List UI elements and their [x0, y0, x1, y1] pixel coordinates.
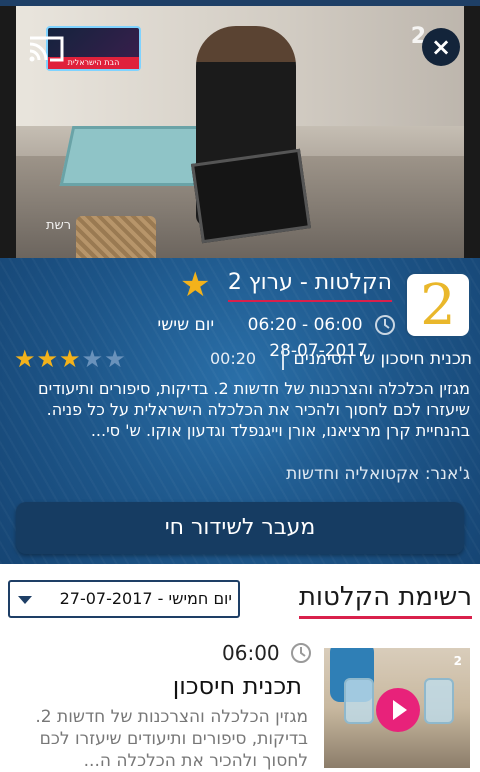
date-select[interactable]: יום חמישי - 27-07-2017	[8, 580, 240, 618]
program-row: תכנית חיסכון ש' הסימנים 00:20 ★★★★★	[14, 346, 472, 372]
episode-time-text: 06:00	[222, 641, 280, 665]
schedule-row: 06:00 - 06:20 יום שישי 28-07-2017	[60, 312, 396, 361]
program-info-panel: 2 ★ הקלטות - ערוץ 2 06:00 - 06:20 יום שי…	[0, 258, 480, 564]
favorite-star-icon[interactable]: ★	[180, 268, 210, 302]
play-icon[interactable]	[376, 688, 420, 732]
star-icon: ★	[14, 345, 37, 373]
program-description: מגזין הכלכלה והצרכנות של חדשות 2. בדיקות…	[38, 379, 470, 440]
recordings-list-title: רשימת הקלטות	[298, 580, 472, 619]
thumbnail-scene-jar	[344, 678, 374, 724]
star-icon: ★	[59, 345, 82, 373]
episode-title: תכנית חיסכון	[172, 672, 302, 700]
episode-thumbnail[interactable]: 2	[324, 648, 470, 768]
star-icon: ★	[81, 345, 105, 373]
day-of-week: יום שישי	[157, 315, 215, 335]
duration: 00:20	[210, 349, 257, 368]
video-player[interactable]: הבת הישראלית 2 רשת ×	[0, 6, 480, 258]
channel-logo: 2	[405, 272, 471, 338]
rating-stars[interactable]: ★★★★★	[14, 346, 127, 372]
go-live-button[interactable]: מעבר לשידור חי	[16, 502, 464, 554]
date-select-value: יום חמישי - 27-07-2017	[59, 589, 232, 608]
divider	[282, 348, 284, 370]
title-row: ★ הקלטות - ערוץ 2	[180, 268, 392, 302]
genre-label: ג'אנר: אקטואליה וחדשות	[286, 464, 470, 484]
recordings-list-header: רשימת הקלטות יום חמישי - 27-07-2017	[0, 564, 480, 634]
video-scene-basket	[76, 216, 156, 258]
clock-icon	[291, 643, 311, 663]
list-item[interactable]: 2 06:00 תכנית חיסכון מגזין הכלכלה והצרכנ…	[0, 634, 480, 772]
thumbnail-scene-jar	[424, 678, 454, 724]
close-button[interactable]: ×	[422, 28, 460, 66]
cast-icon[interactable]	[28, 34, 64, 64]
channel-logo-char: 2	[420, 273, 456, 338]
channel-title: הקלטות - ערוץ 2	[227, 268, 392, 302]
time-range: 06:00 - 06:20	[247, 315, 363, 335]
episode-description: מגזין הכלכלה והצרכנות של חדשות 2. בדיקות…	[35, 707, 308, 771]
broadcaster-watermark: רשת	[46, 218, 72, 233]
video-scene-case	[190, 148, 312, 244]
chevron-down-icon	[18, 596, 32, 604]
video-frame[interactable]: הבת הישראלית 2 רשת	[16, 6, 464, 258]
episode-time: 06:00	[222, 638, 314, 668]
thumbnail-channel-mark: 2	[453, 654, 462, 668]
program-name: תכנית חיסכון ש' הסימנים	[293, 349, 472, 369]
close-icon: ×	[430, 33, 452, 61]
clock-icon	[375, 315, 395, 335]
star-icon: ★	[36, 345, 60, 373]
star-icon: ★	[104, 345, 127, 373]
